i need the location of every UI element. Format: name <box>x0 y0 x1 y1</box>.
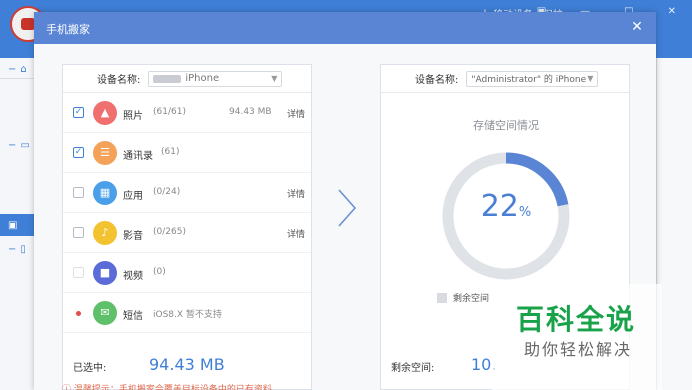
row-name: 应用 <box>123 191 143 202</box>
sidebar-item-home[interactable]: − ⌂ <box>0 58 36 80</box>
chevron-right-icon[interactable] <box>336 188 358 228</box>
percent-unit: % <box>518 205 532 220</box>
apps-checkbox[interactable] <box>73 187 84 198</box>
remaining-label: 剩余空间: <box>391 363 435 374</box>
contacts-icon: ☰ <box>93 141 117 165</box>
list-item-sms: ✉ 短信 iOS8.X 暂不支持 <box>63 293 311 333</box>
row-count: (0/24) <box>153 187 181 197</box>
media-checkbox[interactable] <box>73 227 84 238</box>
collapse-icon: − <box>8 139 17 151</box>
dialog-titlebar: 手机搬家 ✕ <box>34 12 656 44</box>
row-name: 影音 <box>123 231 143 242</box>
row-name: 短信 <box>123 311 143 322</box>
row-count: (0/265) <box>153 227 186 237</box>
row-count: (0) <box>153 267 166 277</box>
collapse-icon: − <box>8 63 17 75</box>
chevron-down-icon: ▼ <box>271 74 278 83</box>
apps-icon: ▦ <box>93 181 117 205</box>
target-device-header: 设备名称: "Administrator" 的 iPhone ▼ <box>381 65 629 93</box>
row-count: (61/61) <box>153 107 186 117</box>
storage-legend: 剩余空间 <box>437 291 489 304</box>
row-note: iOS8.X 暂不支持 <box>153 310 222 320</box>
collapse-icon: − <box>8 243 17 255</box>
app-close-button[interactable]: ✕ <box>668 6 676 17</box>
watermark: 百科全说 助你轻松解决 <box>492 284 662 390</box>
close-button[interactable]: ✕ <box>628 18 646 36</box>
source-device-label: 设备名称: <box>97 75 141 86</box>
monitor-icon: ▭ <box>20 139 30 151</box>
source-device-value: iPhone <box>185 73 220 84</box>
photo-icon: ▲ <box>93 101 117 125</box>
contacts-checkbox[interactable]: ✓ <box>73 147 84 158</box>
storage-title: 存储空间情况 <box>473 119 539 132</box>
row-name: 照片 <box>123 111 143 122</box>
target-device-label: 设备名称: <box>415 75 459 86</box>
target-device-value: "Administrator" 的 iPhone <box>471 75 587 85</box>
redacted-name <box>153 74 182 83</box>
row-name: 视频 <box>123 271 143 282</box>
toolbox-icon: ▣ <box>8 219 18 231</box>
sidebar-item-computer[interactable]: − ▭ <box>0 134 36 156</box>
selected-label: 已选中: <box>73 363 107 374</box>
chevron-down-icon: ▼ <box>587 74 594 83</box>
watermark-subtitle: 助你轻松解决 <box>524 340 633 359</box>
list-item-photos: ✓ ▲ 照片 (61/61) 94.43 MB 详情 <box>63 93 311 133</box>
list-item-apps: ▦ 应用 (0/24) 详情 <box>63 173 311 213</box>
message-icon: ✉ <box>93 301 117 325</box>
warning-tip: ⓘ 温馨提示：手机搬家会覆盖目标设备中的已有资料 <box>62 385 272 390</box>
unsupported-dot-icon <box>76 311 81 316</box>
row-count: (61) <box>161 147 180 157</box>
list-item-contacts: ✓ ☰ 通讯录 (61) <box>63 133 311 173</box>
source-device-panel: 设备名称: iPhone ▼ ✓ ▲ 照片 (61/61) 94.43 MB 详… <box>62 64 312 390</box>
source-device-select[interactable]: iPhone ▼ <box>148 70 283 87</box>
sidebar-item-toolbox[interactable]: ▣ <box>0 214 36 236</box>
storage-percent: 22% <box>439 189 573 224</box>
music-icon: ♪ <box>93 221 117 245</box>
legend-swatch <box>437 292 447 303</box>
row-size: 94.43 MB <box>229 107 272 117</box>
selected-value: 94.43 MB <box>149 355 225 374</box>
photos-detail-link[interactable]: 详情 <box>287 107 305 120</box>
video-icon: ■ <box>93 261 117 285</box>
video-checkbox[interactable] <box>73 267 84 278</box>
screen: 人 移动设备 | 保护 ▣ — □ ✕ −⌂ −▭ ▣ −▯ 手机搬家 ✕ 设备… <box>0 0 692 390</box>
app-sidebar: − ⌂ − ▭ ▣ − ▯ <box>0 58 36 390</box>
media-detail-link[interactable]: 详情 <box>287 227 305 240</box>
apps-detail-link[interactable]: 详情 <box>287 187 305 200</box>
phone-icon: ▯ <box>20 243 26 255</box>
sidebar-divider <box>0 78 36 79</box>
photos-checkbox[interactable]: ✓ <box>73 107 84 118</box>
percent-value: 22 <box>480 189 519 224</box>
source-device-header: 设备名称: iPhone ▼ <box>63 65 311 93</box>
legend-label: 剩余空间 <box>453 294 490 304</box>
row-name: 通讯录 <box>123 151 153 162</box>
list-item-video: ■ 视频 (0) <box>63 253 311 293</box>
sidebar-item-phone[interactable]: − ▯ <box>0 238 36 260</box>
watermark-title: 百科全说 <box>516 303 637 336</box>
list-item-media: ♪ 影音 (0/265) 详情 <box>63 213 311 253</box>
dialog-title: 手机搬家 <box>46 23 90 36</box>
target-device-select[interactable]: "Administrator" 的 iPhone ▼ <box>466 70 599 87</box>
home-icon: ⌂ <box>20 63 27 75</box>
